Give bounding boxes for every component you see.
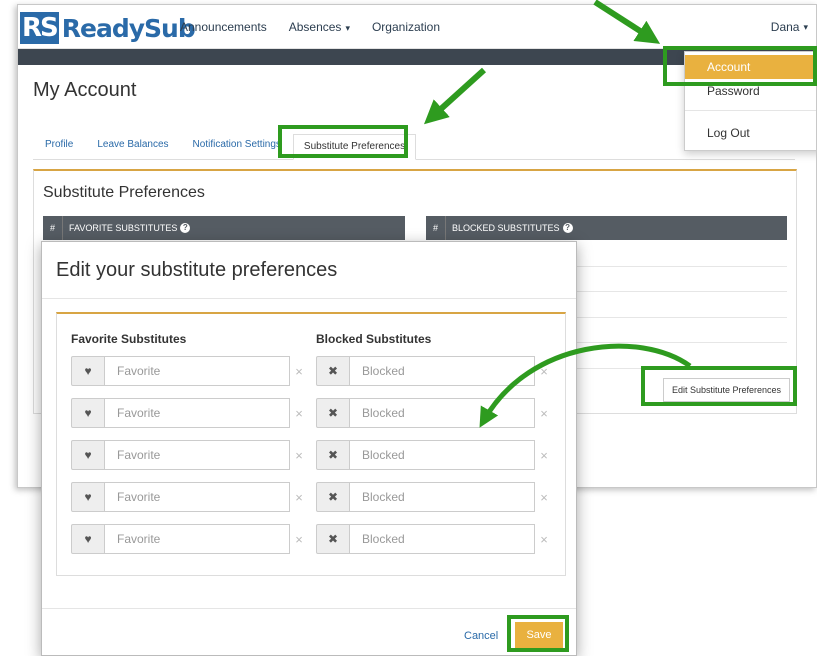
modal-preferences-panel: Favorite Substitutes Blocked Substitutes…	[56, 312, 566, 576]
blocked-placeholder: Blocked	[362, 364, 405, 378]
blocked-input[interactable]: Blocked	[350, 524, 535, 554]
user-menu-toggle[interactable]: Dana ▾	[771, 5, 808, 49]
column-number: #	[43, 216, 63, 240]
heart-icon: ♥	[71, 398, 105, 428]
column-number: #	[426, 216, 446, 240]
favorite-placeholder: Favorite	[117, 406, 161, 420]
clear-favorite-icon[interactable]: ×	[291, 440, 307, 470]
favorite-input[interactable]: Favorite	[105, 356, 290, 386]
favorite-input-group: ♥ Favorite	[71, 524, 290, 554]
logo-mark: RS	[20, 12, 59, 44]
favorite-input-group: ♥ Favorite	[71, 482, 290, 512]
favorite-placeholder: Favorite	[117, 448, 161, 462]
blocked-input-group: ✖ Blocked	[316, 398, 535, 428]
tab-substitute-preferences[interactable]: Substitute Preferences	[292, 134, 417, 160]
heart-icon: ♥	[71, 524, 105, 554]
heart-icon: ♥	[71, 356, 105, 386]
favorite-input[interactable]: Favorite	[105, 524, 290, 554]
tab-leave-balances[interactable]: Leave Balances	[85, 139, 180, 159]
modal-title: Edit your substitute preferences	[56, 259, 338, 281]
blocked-input-group: ✖ Blocked	[316, 482, 535, 512]
favorite-table-header: # Favorite Substitutes ?	[43, 216, 405, 240]
clear-blocked-icon[interactable]: ×	[536, 398, 552, 428]
nav-announcements[interactable]: Announcements	[180, 20, 267, 34]
caret-down-icon: ▾	[803, 21, 808, 32]
cancel-button[interactable]: Cancel	[464, 630, 498, 642]
blocked-input[interactable]: Blocked	[350, 398, 535, 428]
blocked-table-header: # Blocked Substitutes ?	[426, 216, 787, 240]
tab-notification-settings[interactable]: Notification Settings	[181, 139, 293, 159]
edit-substitute-preferences-button[interactable]: Edit Substitute Preferences	[662, 378, 790, 402]
favorite-input[interactable]: Favorite	[105, 440, 290, 470]
times-icon: ✖	[316, 398, 350, 428]
menu-item-log-out[interactable]: Log Out	[685, 122, 816, 144]
favorite-input-group: ♥ Favorite	[71, 440, 290, 470]
blocked-placeholder: Blocked	[362, 490, 405, 504]
clear-favorite-icon[interactable]: ×	[291, 482, 307, 512]
clear-blocked-icon[interactable]: ×	[536, 524, 552, 554]
blocked-placeholder: Blocked	[362, 532, 405, 546]
nav-absences[interactable]: Absences ▾	[289, 20, 350, 34]
blocked-input[interactable]: Blocked	[350, 440, 535, 470]
favorite-input[interactable]: Favorite	[105, 482, 290, 512]
times-icon: ✖	[316, 482, 350, 512]
clear-favorite-icon[interactable]: ×	[291, 356, 307, 386]
heart-icon: ♥	[71, 440, 105, 470]
info-icon[interactable]: ?	[562, 223, 573, 233]
clear-blocked-icon[interactable]: ×	[536, 356, 552, 386]
account-tabs: Profile Leave Balances Notification Sett…	[33, 132, 795, 160]
tab-profile[interactable]: Profile	[33, 139, 85, 159]
edit-preferences-modal: Edit your substitute preferences Favorit…	[41, 241, 577, 656]
favorite-placeholder: Favorite	[117, 490, 161, 504]
blocked-input-group: ✖ Blocked	[316, 356, 535, 386]
blocked-input-group: ✖ Blocked	[316, 524, 535, 554]
blocked-placeholder: Blocked	[362, 406, 405, 420]
nav-label: Organization	[371, 20, 441, 34]
clear-blocked-icon[interactable]: ×	[536, 440, 552, 470]
caret-down-icon: ▾	[345, 23, 350, 33]
menu-divider	[685, 110, 816, 111]
favorite-substitutes-label: Favorite Substitutes	[71, 332, 187, 346]
modal-footer-divider	[42, 608, 576, 609]
favorite-header-label: Favorite Substitutes	[69, 223, 178, 233]
menu-item-password[interactable]: Password	[685, 80, 816, 102]
blocked-placeholder: Blocked	[362, 448, 405, 462]
logo-text: ReadySub	[61, 13, 196, 43]
heart-icon: ♥	[71, 482, 105, 512]
blocked-input-group: ✖ Blocked	[316, 440, 535, 470]
panel-title: Substitute Preferences	[43, 184, 205, 201]
favorite-placeholder: Favorite	[117, 532, 161, 546]
save-button[interactable]: Save	[515, 622, 563, 648]
page-title: My Account	[33, 79, 137, 101]
times-icon: ✖	[316, 524, 350, 554]
blocked-header-label: Blocked Substitutes	[452, 223, 560, 233]
blocked-input[interactable]: Blocked	[350, 482, 535, 512]
favorite-placeholder: Favorite	[117, 364, 161, 378]
times-icon: ✖	[316, 356, 350, 386]
app-logo[interactable]: RS ReadySub	[20, 11, 196, 45]
favorite-input[interactable]: Favorite	[105, 398, 290, 428]
top-navbar: RS ReadySub Announcements Absences ▾ Orga…	[18, 5, 816, 49]
favorite-input-group: ♥ Favorite	[71, 398, 290, 428]
nav-organization[interactable]: Organization	[372, 20, 440, 34]
times-icon: ✖	[316, 440, 350, 470]
clear-favorite-icon[interactable]: ×	[291, 398, 307, 428]
blocked-substitutes-label: Blocked Substitutes	[316, 332, 432, 346]
clear-favorite-icon[interactable]: ×	[291, 524, 307, 554]
menu-item-account[interactable]: Account	[685, 55, 816, 79]
user-name: Dana	[770, 20, 800, 34]
info-icon[interactable]: ?	[180, 223, 191, 233]
modal-header-divider	[42, 298, 576, 299]
clear-blocked-icon[interactable]: ×	[536, 482, 552, 512]
blocked-input[interactable]: Blocked	[350, 356, 535, 386]
user-dropdown-menu: Account Password Log Out	[684, 51, 816, 151]
nav-label: Announcements	[180, 20, 267, 34]
nav-label: Absences	[288, 20, 342, 34]
favorite-input-group: ♥ Favorite	[71, 356, 290, 386]
main-nav: Announcements Absences ▾ Organization	[180, 5, 440, 49]
